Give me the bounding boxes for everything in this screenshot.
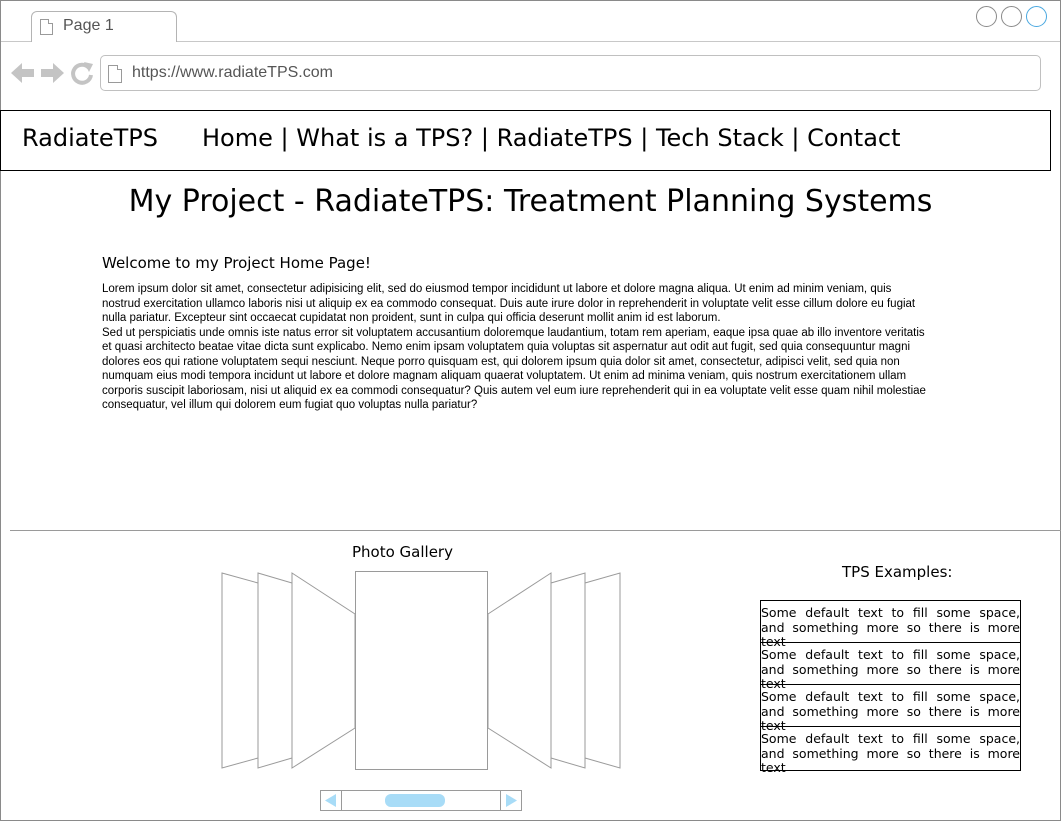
site-brand[interactable]: RadiateTPS	[22, 124, 158, 152]
list-item-line: and something more so there is more text	[761, 745, 1020, 775]
list-item[interactable]: Some default text to fill some space, an…	[761, 601, 1020, 649]
gallery-photo-main	[355, 571, 488, 770]
gallery-photo	[221, 572, 259, 769]
paragraph: Sed ut perspiciatis unde omnis iste natu…	[102, 326, 926, 412]
intro-text: Lorem ipsum dolor sit amet, consectetur …	[102, 282, 932, 413]
page-icon	[40, 19, 53, 35]
tps-examples-list: Some default text to fill some space, an…	[760, 600, 1021, 775]
gallery-photo	[550, 572, 586, 769]
gallery-photo	[291, 572, 356, 769]
browser-nav-controls	[11, 62, 93, 85]
paragraph: Lorem ipsum dolor sit amet, consectetur …	[102, 283, 916, 324]
back-arrow-icon[interactable]	[11, 63, 34, 83]
triangle-right-icon	[506, 794, 517, 807]
list-item[interactable]: Some default text to fill some space, an…	[761, 685, 1020, 733]
photo-gallery-label: Photo Gallery	[352, 543, 453, 561]
list-item-line: Some default text to fill some space,	[761, 689, 1020, 704]
list-item[interactable]: Some default text to fill some space, an…	[761, 727, 1020, 774]
maximize-button[interactable]	[1001, 6, 1022, 27]
minimize-button[interactable]	[976, 6, 997, 27]
welcome-heading: Welcome to my Project Home Page!	[102, 254, 371, 272]
nav-links: Home | What is a TPS? | RadiateTPS | Tec…	[202, 124, 901, 152]
scroll-right-button[interactable]	[500, 791, 521, 810]
nav-separator: |	[280, 124, 289, 152]
address-bar[interactable]: https://www.radiateTPS.com	[100, 55, 1041, 91]
tab-title: Page 1	[63, 17, 114, 34]
site-nav-bar: RadiateTPS Home | What is a TPS? | Radia…	[0, 110, 1051, 171]
tab-bar: Page 1	[1, 1, 1060, 42]
url-text[interactable]: https://www.radiateTPS.com	[132, 64, 333, 82]
list-item-line: Some default text to fill some space,	[761, 605, 1020, 620]
scroll-left-button[interactable]	[321, 791, 342, 810]
triangle-left-icon	[325, 794, 336, 807]
reload-icon[interactable]	[71, 62, 93, 85]
nav-link-radiatetps[interactable]: RadiateTPS	[497, 124, 633, 152]
photo-gallery-carousel[interactable]	[220, 570, 622, 772]
gallery-photo	[257, 572, 293, 769]
nav-link-home[interactable]: Home	[202, 124, 273, 152]
scroll-thumb[interactable]	[385, 794, 445, 807]
gallery-scrollbar[interactable]	[320, 790, 522, 811]
section-divider	[10, 530, 1061, 531]
tps-examples-label: TPS Examples:	[842, 563, 953, 581]
nav-separator: |	[791, 124, 800, 152]
gallery-photo	[487, 572, 552, 769]
nav-separator: |	[640, 124, 649, 152]
list-item[interactable]: Some default text to fill some space, an…	[761, 643, 1020, 691]
nav-link-what-is-tps[interactable]: What is a TPS?	[296, 124, 473, 152]
close-button[interactable]	[1026, 6, 1047, 27]
nav-link-tech-stack[interactable]: Tech Stack	[656, 124, 784, 152]
list-item-line: Some default text to fill some space,	[761, 647, 1020, 662]
page-title: My Project - RadiateTPS: Treatment Plann…	[128, 184, 933, 219]
page-icon	[108, 65, 122, 83]
forward-arrow-icon[interactable]	[41, 63, 64, 83]
list-item-line: Some default text to fill some space,	[761, 731, 1020, 746]
browser-tab[interactable]: Page 1	[31, 11, 177, 42]
gallery-photo	[584, 572, 621, 769]
nav-separator: |	[480, 124, 489, 152]
nav-link-contact[interactable]: Contact	[807, 124, 900, 152]
